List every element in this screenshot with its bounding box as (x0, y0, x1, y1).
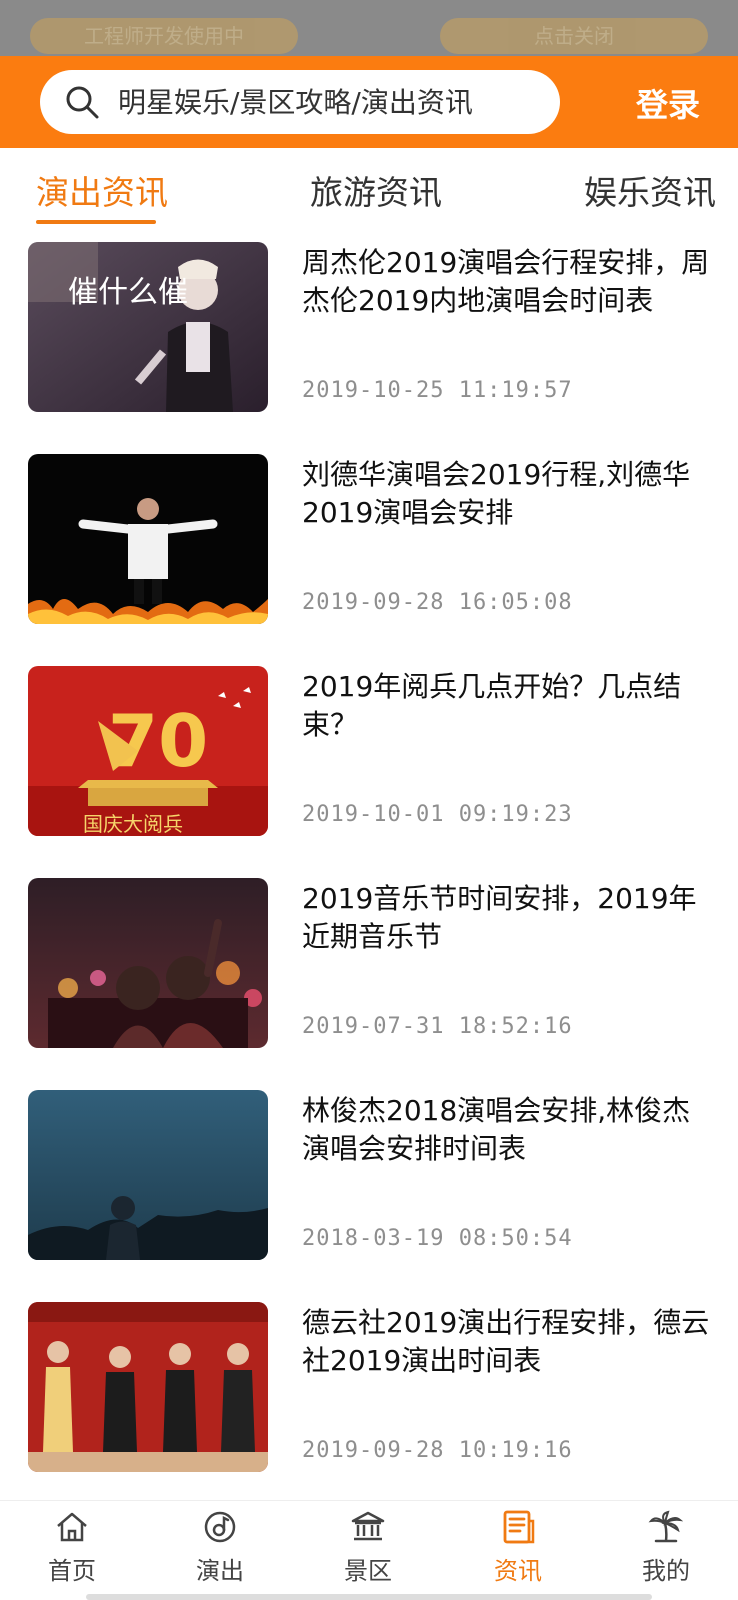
home-icon (57, 1512, 87, 1542)
article-timestamp: 2019-09-28 10:19:16 (302, 1438, 573, 1463)
article-thumbnail (28, 454, 268, 624)
nav-label: 我的 (642, 1557, 690, 1585)
thumb-caption: 催什么催 (68, 275, 188, 310)
article-title: 林俊杰2018演唱会安排,林俊杰演唱会安排时间表 (302, 1094, 691, 1165)
article-title: 周杰伦2019演唱会行程安排，周杰伦2019内地演唱会时间表 (302, 246, 710, 317)
article-thumbnail (28, 878, 268, 1048)
header-bar: 登录 (0, 56, 738, 148)
tab-performance-news[interactable]: 演出资讯 (36, 166, 168, 214)
article-title: 德云社2019演出行程安排，德云社2019演出时间表 (302, 1306, 710, 1377)
article-timestamp: 2019-09-28 16:05:08 (302, 590, 573, 615)
article-timestamp: 2018-03-19 08:50:54 (302, 1226, 573, 1251)
nav-mine[interactable]: 我的 (606, 1509, 726, 1586)
home-indicator (86, 1594, 652, 1600)
dev-mode-pill: 工程师开发使用中 (30, 18, 298, 54)
article-item[interactable]: 2019音乐节时间安排，2019年近期音乐节 2019-07-31 18:52:… (0, 864, 738, 1079)
article-item[interactable]: 70 国庆大阅兵 2019年阅兵几点开始？几点结束？ 2019-10-01 09… (0, 652, 738, 867)
nav-label: 景区 (344, 1557, 392, 1585)
tab-travel-news[interactable]: 旅游资讯 (310, 166, 442, 214)
close-dev-pill[interactable]: 点击关闭 (440, 18, 708, 54)
article-item[interactable]: 刘德华演唱会2019行程,刘德华2019演唱会安排 2019-09-28 16:… (0, 440, 738, 655)
article-thumbnail: 70 国庆大阅兵 (28, 666, 268, 836)
article-item[interactable]: 林俊杰2018演唱会安排,林俊杰演唱会安排时间表 2018-03-19 08:5… (0, 1076, 738, 1291)
nav-label: 资讯 (494, 1557, 542, 1585)
thumb-caption: 国庆大阅兵 (83, 812, 183, 836)
museum-icon (351, 1511, 385, 1541)
article-timestamp: 2019-10-01 09:19:23 (302, 802, 573, 827)
active-tab-indicator (36, 220, 156, 224)
category-tabs: 演出资讯 旅游资讯 娱乐资讯 (0, 148, 738, 228)
bottom-nav: 首页 演出 景区 资讯 我的 (0, 1500, 738, 1600)
palm-tree-icon (648, 1510, 684, 1543)
news-icon (503, 1510, 535, 1544)
search-box[interactable] (40, 70, 560, 134)
tab-entertainment-news[interactable]: 娱乐资讯 (584, 166, 716, 214)
search-input[interactable] (118, 85, 538, 119)
article-title: 2019年阅兵几点开始？几点结束？ (302, 670, 682, 741)
nav-news[interactable]: 资讯 (458, 1509, 578, 1586)
article-timestamp: 2019-07-31 18:52:16 (302, 1014, 573, 1039)
nav-home[interactable]: 首页 (12, 1509, 132, 1586)
article-title: 刘德华演唱会2019行程,刘德华2019演唱会安排 (302, 458, 691, 529)
nav-label: 首页 (48, 1557, 96, 1585)
nav-label: 演出 (196, 1557, 244, 1585)
dev-banner: 工程师开发使用中 点击关闭 (0, 0, 738, 56)
article-timestamp: 2019-10-25 11:19:57 (302, 378, 573, 403)
article-thumbnail (28, 1090, 268, 1260)
article-thumbnail: 催什么催 (28, 242, 268, 412)
login-button[interactable]: 登录 (636, 80, 700, 126)
article-title: 2019音乐节时间安排，2019年近期音乐节 (302, 882, 697, 953)
article-item[interactable]: 德云社2019演出行程安排，德云社2019演出时间表 2019-09-28 10… (0, 1288, 738, 1503)
article-thumbnail (28, 1302, 268, 1472)
music-disc-icon (204, 1511, 236, 1543)
search-icon (66, 86, 99, 119)
nav-shows[interactable]: 演出 (160, 1509, 280, 1586)
article-item[interactable]: 催什么催 周杰伦2019演唱会行程安排，周杰伦2019内地演唱会时间表 2019… (0, 228, 738, 443)
nav-scenic[interactable]: 景区 (308, 1509, 428, 1586)
